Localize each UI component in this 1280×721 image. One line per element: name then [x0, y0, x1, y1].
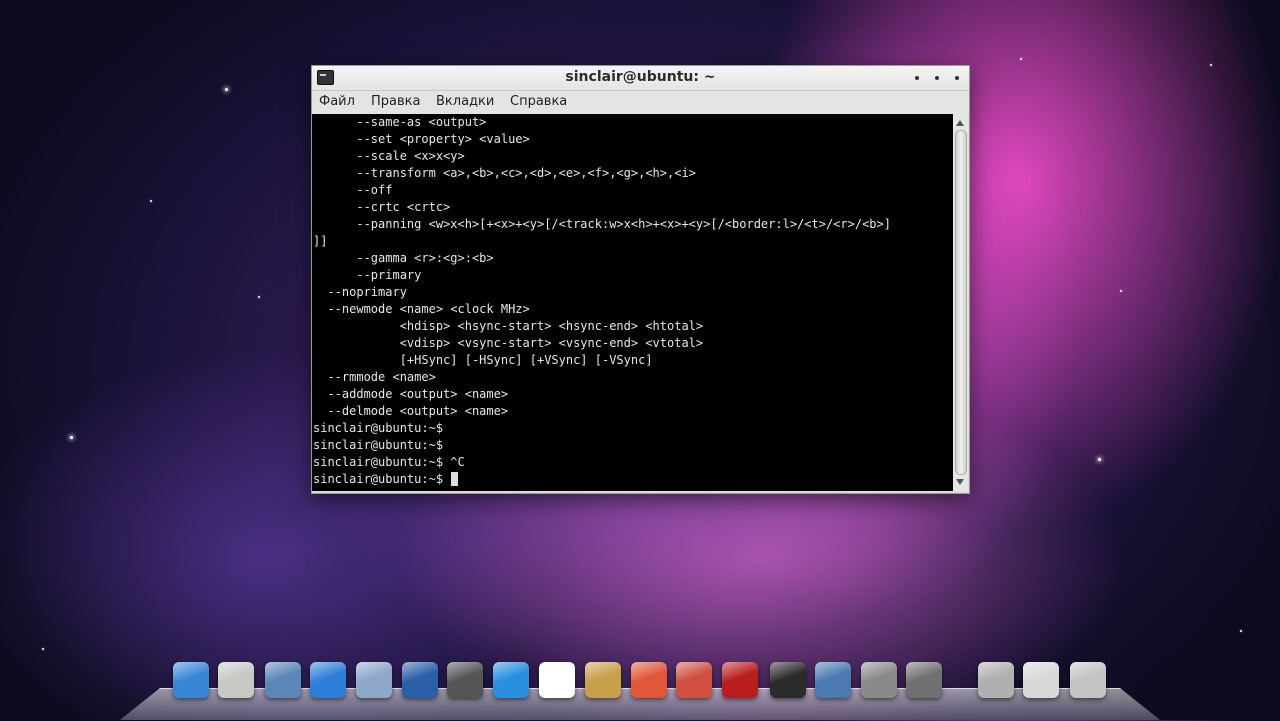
terminal-line: ]]: [313, 234, 328, 248]
menu-edit[interactable]: Правка: [371, 94, 420, 109]
terminal-line: --noprimary: [313, 285, 407, 299]
menu-file[interactable]: Файл: [319, 94, 355, 109]
star-decoration: [1098, 458, 1101, 461]
prompt-text: sinclair@ubuntu:~$: [313, 472, 451, 486]
calculator-icon[interactable]: [218, 662, 254, 698]
terminal-line: <vdisp> <vsync-start> <vsync-end> <vtota…: [313, 336, 704, 350]
terminal-line: --off: [313, 183, 393, 197]
terminal-line: <hdisp> <hsync-start> <hsync-end> <htota…: [313, 319, 704, 333]
terminal-line: [+HSync] [-HSync] [+VSync] [-VSync]: [313, 353, 653, 367]
headphones-icon[interactable]: [447, 662, 483, 698]
window-titlebar[interactable]: sinclair@ubuntu: ~: [312, 66, 969, 91]
finder-icon[interactable]: [173, 662, 209, 698]
disk-drive-icon[interactable]: [906, 662, 942, 698]
star-decoration: [42, 648, 44, 650]
photos-icon[interactable]: [356, 662, 392, 698]
star-decoration: [70, 436, 73, 439]
photo-camera-icon[interactable]: [585, 662, 621, 698]
terminal-current-prompt[interactable]: sinclair@ubuntu:~$: [313, 471, 459, 488]
terminal-window[interactable]: sinclair@ubuntu: ~ Файл Правка Вкладки С…: [311, 65, 970, 494]
calendar-icon[interactable]: [539, 662, 575, 698]
activity-monitor-icon[interactable]: [815, 662, 851, 698]
terminal-line: --crtc <crtc>: [313, 200, 451, 214]
window-title: sinclair@ubuntu: ~: [565, 69, 716, 85]
hard-disk-icon[interactable]: [978, 662, 1014, 698]
star-decoration: [1240, 630, 1242, 632]
terminal-line: --primary: [313, 268, 422, 282]
star-decoration: [1210, 64, 1212, 66]
install-package-icon[interactable]: [676, 662, 712, 698]
star-decoration: [1120, 290, 1122, 292]
video-clapper-icon[interactable]: [402, 662, 438, 698]
scroll-down-arrow-icon[interactable]: [956, 479, 964, 485]
terminal-icon[interactable]: [770, 662, 806, 698]
star-decoration: [1020, 58, 1022, 60]
terminal-scrollbar[interactable]: [953, 114, 968, 491]
text-cursor: [451, 472, 459, 486]
terminal-line: --transform <a>,<b>,<c>,<d>,<e>,<f>,<g>,…: [313, 166, 696, 180]
photo-booth-icon[interactable]: [722, 662, 758, 698]
itunes-icon[interactable]: [493, 662, 529, 698]
mail-stamp-icon[interactable]: [265, 662, 301, 698]
star-decoration: [150, 200, 152, 202]
menu-bar: Файл Правка Вкладки Справка: [312, 91, 969, 114]
trash-icon[interactable]: [1070, 662, 1106, 698]
menu-tabs[interactable]: Вкладки: [436, 94, 494, 109]
terminal-prompt-line: sinclair@ubuntu:~$: [313, 438, 444, 452]
close-button[interactable]: [955, 76, 959, 80]
terminal-line: --rmmode <name>: [313, 370, 436, 384]
scroll-up-arrow-icon[interactable]: [956, 120, 964, 126]
terminal-line: --gamma <r>:<g>:<b>: [313, 251, 494, 265]
terminal-line: --same-as <output>: [313, 115, 487, 129]
maximize-button[interactable]: [935, 76, 939, 80]
terminal-line: --newmode <name> <clock MHz>: [313, 302, 530, 316]
system-preferences-icon[interactable]: [861, 662, 897, 698]
minimize-button[interactable]: [915, 76, 919, 80]
terminal-prompt-line: sinclair@ubuntu:~$ ^C: [313, 455, 465, 469]
terminal-line: --panning <w>x<h>[+<x>+<y>[/<track:w>x<h…: [313, 217, 891, 231]
terminal-line: --set <property> <value>: [313, 132, 530, 146]
terminal-prompt-line: sinclair@ubuntu:~$: [313, 421, 444, 435]
safari-icon[interactable]: [310, 662, 346, 698]
star-decoration: [258, 296, 260, 298]
terminal-line: --addmode <output> <name>: [313, 387, 509, 401]
terminal-line: --scale <x>x<y>: [313, 149, 465, 163]
search-magnifier-icon[interactable]: [1023, 662, 1059, 698]
terminal-line: --delmode <output> <name>: [313, 404, 509, 418]
terminal-output[interactable]: --same-as <output> --set <property> <val…: [312, 114, 953, 491]
scrollbar-thumb[interactable]: [955, 130, 967, 475]
media-player-icon[interactable]: [631, 662, 667, 698]
star-decoration: [225, 88, 228, 91]
menu-help[interactable]: Справка: [510, 94, 567, 109]
